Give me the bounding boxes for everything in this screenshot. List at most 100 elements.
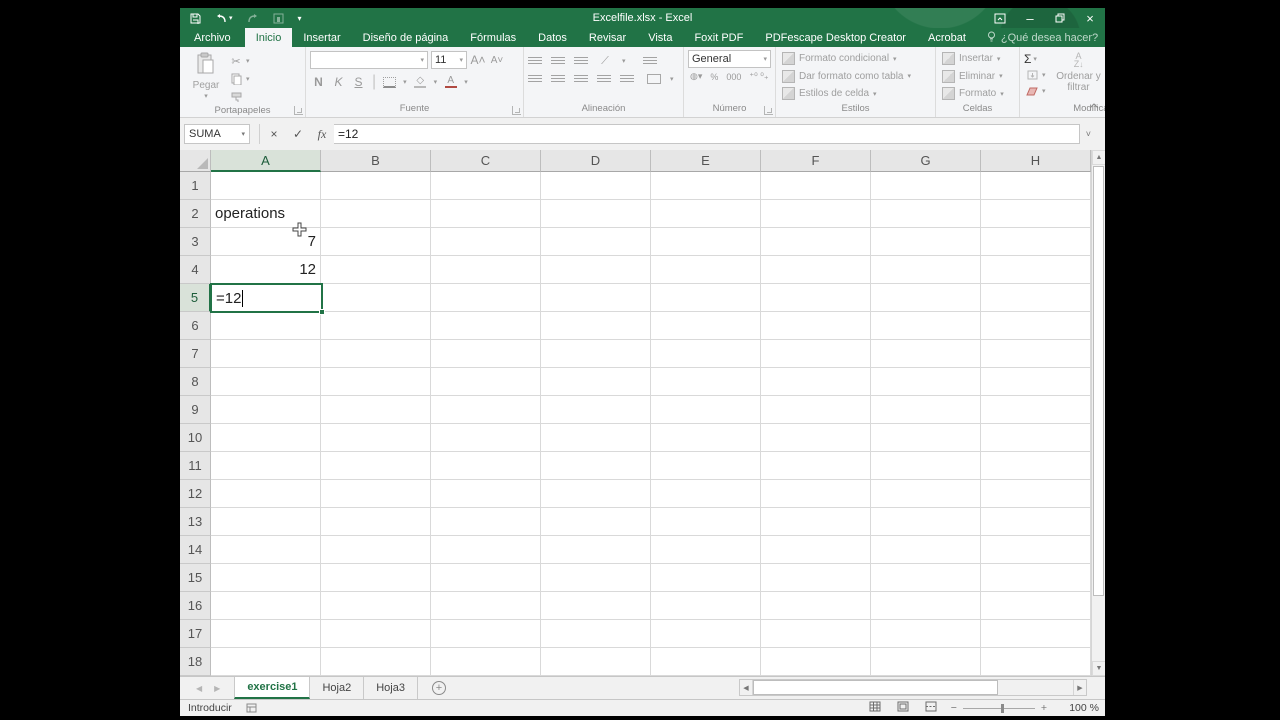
cell-d3[interactable]: [541, 228, 651, 256]
cell-g5[interactable]: [871, 284, 981, 312]
clear-button[interactable]: ▾: [1024, 84, 1046, 98]
cell-c7[interactable]: [431, 340, 541, 368]
page-layout-view-icon[interactable]: [897, 701, 909, 715]
zoom-percentage[interactable]: 100 %: [1061, 702, 1099, 714]
autosum-button[interactable]: Σ ▾: [1024, 52, 1046, 66]
restore-button[interactable]: [1045, 8, 1075, 28]
row-header-15[interactable]: 15: [180, 564, 211, 592]
cell-h10[interactable]: [981, 424, 1091, 452]
cell-f2[interactable]: [761, 200, 871, 228]
cell-f17[interactable]: [761, 620, 871, 648]
cell-a1[interactable]: [211, 172, 321, 200]
cell-a14[interactable]: [211, 536, 321, 564]
cell-c2[interactable]: [431, 200, 541, 228]
cell-g7[interactable]: [871, 340, 981, 368]
cell-b16[interactable]: [321, 592, 431, 620]
row-header-11[interactable]: 11: [180, 452, 211, 480]
fill-handle[interactable]: [319, 309, 325, 315]
accounting-format-icon[interactable]: ◍▾: [690, 71, 702, 82]
cell-e1[interactable]: [651, 172, 761, 200]
cell-d11[interactable]: [541, 452, 651, 480]
cell-c14[interactable]: [431, 536, 541, 564]
cell-d8[interactable]: [541, 368, 651, 396]
align-right-icon[interactable]: [574, 74, 588, 84]
cell-h13[interactable]: [981, 508, 1091, 536]
cell-e7[interactable]: [651, 340, 761, 368]
cell-d6[interactable]: [541, 312, 651, 340]
cut-button[interactable]: ✂ ▾: [228, 54, 249, 68]
cell-e16[interactable]: [651, 592, 761, 620]
styles-item-1[interactable]: Dar formato como tabla ▾: [782, 69, 929, 83]
cell-f4[interactable]: [761, 256, 871, 284]
cell-c15[interactable]: [431, 564, 541, 592]
row-header-8[interactable]: 8: [180, 368, 211, 396]
cell-b1[interactable]: [321, 172, 431, 200]
column-header-a[interactable]: A: [211, 150, 321, 172]
merge-center-icon[interactable]: [647, 74, 661, 84]
active-cell-a5[interactable]: =12: [210, 283, 325, 315]
cell-b8[interactable]: [321, 368, 431, 396]
cell-a13[interactable]: [211, 508, 321, 536]
cell-b4[interactable]: [321, 256, 431, 284]
cell-c16[interactable]: [431, 592, 541, 620]
select-all-button[interactable]: [180, 150, 211, 172]
column-header-e[interactable]: E: [651, 150, 761, 172]
cell-h2[interactable]: [981, 200, 1091, 228]
page-break-view-icon[interactable]: [925, 701, 937, 715]
bold-button[interactable]: N: [312, 75, 325, 89]
cell-h8[interactable]: [981, 368, 1091, 396]
cell-f14[interactable]: [761, 536, 871, 564]
cell-h11[interactable]: [981, 452, 1091, 480]
tab-archivo[interactable]: Archivo: [180, 28, 245, 47]
expand-formula-bar-icon[interactable]: ˅: [1086, 129, 1091, 139]
cell-d15[interactable]: [541, 564, 651, 592]
row-header-6[interactable]: 6: [180, 312, 211, 340]
name-box[interactable]: SUMA ▾: [184, 124, 250, 144]
minimize-button[interactable]: –: [1015, 8, 1045, 28]
row-header-14[interactable]: 14: [180, 536, 211, 564]
row-header-4[interactable]: 4: [180, 256, 211, 284]
sheet-tab-hoja3[interactable]: Hoja3: [364, 677, 418, 699]
cell-g11[interactable]: [871, 452, 981, 480]
cells-item-1[interactable]: Eliminar ▾: [942, 69, 1013, 83]
cell-e8[interactable]: [651, 368, 761, 396]
number-format-combo[interactable]: General ▾: [688, 50, 771, 68]
row-header-18[interactable]: 18: [180, 648, 211, 676]
borders-icon[interactable]: [383, 76, 397, 88]
cell-e4[interactable]: [651, 256, 761, 284]
cell-h15[interactable]: [981, 564, 1091, 592]
cell-c10[interactable]: [431, 424, 541, 452]
decrease-font-icon[interactable]: A˅: [489, 53, 505, 67]
cell-f16[interactable]: [761, 592, 871, 620]
font-dialog-launcher[interactable]: [512, 106, 521, 115]
cell-c8[interactable]: [431, 368, 541, 396]
row-header-13[interactable]: 13: [180, 508, 211, 536]
cell-b13[interactable]: [321, 508, 431, 536]
row-header-10[interactable]: 10: [180, 424, 211, 452]
cell-a4[interactable]: 12: [211, 256, 321, 284]
tab-dise-o-de-p-gina[interactable]: Diseño de página: [352, 28, 460, 47]
fill-button[interactable]: ▾: [1024, 68, 1046, 82]
zoom-thumb[interactable]: [1000, 703, 1004, 713]
scroll-right-icon[interactable]: ▶: [1073, 680, 1086, 695]
cell-h12[interactable]: [981, 480, 1091, 508]
cell-b18[interactable]: [321, 648, 431, 676]
cell-b17[interactable]: [321, 620, 431, 648]
number-dialog-launcher[interactable]: [764, 106, 773, 115]
column-header-b[interactable]: B: [321, 150, 431, 172]
cell-g2[interactable]: [871, 200, 981, 228]
cell-g4[interactable]: [871, 256, 981, 284]
italic-button[interactable]: K: [332, 75, 345, 89]
column-header-g[interactable]: G: [871, 150, 981, 172]
fill-color-icon[interactable]: ◇: [414, 75, 427, 88]
cell-f10[interactable]: [761, 424, 871, 452]
cell-f5[interactable]: [761, 284, 871, 312]
cell-b14[interactable]: [321, 536, 431, 564]
paste-button[interactable]: Pegar ▾: [184, 50, 228, 104]
cell-e9[interactable]: [651, 396, 761, 424]
cell-h9[interactable]: [981, 396, 1091, 424]
cell-g17[interactable]: [871, 620, 981, 648]
sheet-tab-exercise1[interactable]: exercise1: [234, 677, 311, 699]
cell-b6[interactable]: [321, 312, 431, 340]
cell-h6[interactable]: [981, 312, 1091, 340]
